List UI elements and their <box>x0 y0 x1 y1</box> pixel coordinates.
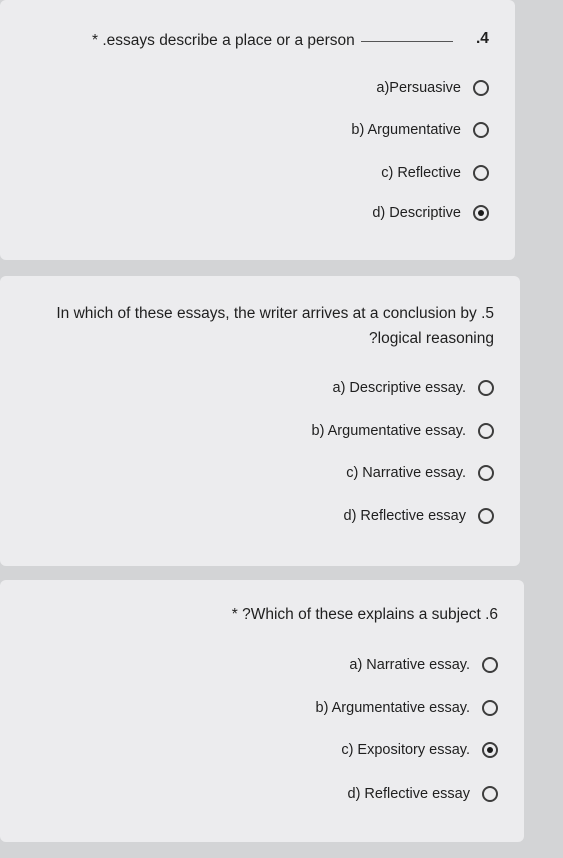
option-4b-label: b) Argumentative <box>351 122 461 138</box>
option-6b-label: b) Argumentative essay. <box>315 700 470 716</box>
option-5c[interactable]: c) Narrative essay. <box>346 465 494 481</box>
question-5-line-2: ?logical reasoning <box>369 330 494 347</box>
option-5a[interactable]: a) Descriptive essay. <box>332 380 494 396</box>
option-5d-label: d) Reflective essay <box>343 508 467 524</box>
option-5a-label: a) Descriptive essay. <box>332 380 467 396</box>
question-card-5: In which of these essays, the writer arr… <box>0 276 520 566</box>
radio-button[interactable] <box>478 508 494 524</box>
question-card-6: * ?Which of these explains a subject .6 … <box>0 580 524 842</box>
radio-button[interactable] <box>482 700 498 716</box>
radio-button[interactable] <box>478 380 494 396</box>
radio-button-selected[interactable] <box>473 205 489 221</box>
option-4d[interactable]: d) Descriptive <box>372 205 489 221</box>
question-4-text: * .essays describe a place or a person <box>92 32 355 49</box>
option-5b-label: b) Argumentative essay. <box>311 423 466 439</box>
radio-button[interactable] <box>478 423 494 439</box>
option-6a[interactable]: a) Narrative essay. <box>349 657 498 673</box>
option-5b[interactable]: b) Argumentative essay. <box>312 423 494 439</box>
option-4c[interactable]: c) Reflective <box>381 165 489 181</box>
option-5c-label: c) Narrative essay. <box>346 465 466 481</box>
option-4a[interactable]: a)Persuasive <box>376 80 489 96</box>
option-6d[interactable]: d) Reflective essay <box>347 786 498 802</box>
radio-button-selected[interactable] <box>482 742 498 758</box>
option-5d[interactable]: d) Reflective essay <box>343 508 494 524</box>
question-card-4: * .essays describe a place or a person .… <box>0 0 515 260</box>
option-6c[interactable]: c) Expository essay. <box>341 742 498 758</box>
option-6c-label: c) Expository essay. <box>341 742 470 758</box>
question-4-number: .4 <box>476 30 489 47</box>
radio-button[interactable] <box>473 165 489 181</box>
radio-button[interactable] <box>473 80 489 96</box>
option-4b[interactable]: b) Argumentative <box>351 122 489 138</box>
radio-button[interactable] <box>482 657 498 673</box>
option-6d-label: d) Reflective essay <box>347 786 471 802</box>
option-4a-label: a)Persuasive <box>376 80 461 96</box>
radio-button[interactable] <box>482 786 498 802</box>
radio-button[interactable] <box>473 122 489 138</box>
question-6-text: * ?Which of these explains a subject .6 <box>231 606 498 623</box>
question-4-text-row: * .essays describe a place or a person <box>92 32 453 50</box>
answer-blank-line <box>360 40 453 42</box>
question-5-line-1: In which of these essays, the writer arr… <box>56 305 494 322</box>
option-4c-label: c) Reflective <box>381 165 461 181</box>
option-6a-label: a) Narrative essay. <box>349 657 470 673</box>
option-6b[interactable]: b) Argumentative essay. <box>316 700 498 716</box>
radio-button[interactable] <box>478 465 494 481</box>
option-4d-label: d) Descriptive <box>372 205 461 221</box>
